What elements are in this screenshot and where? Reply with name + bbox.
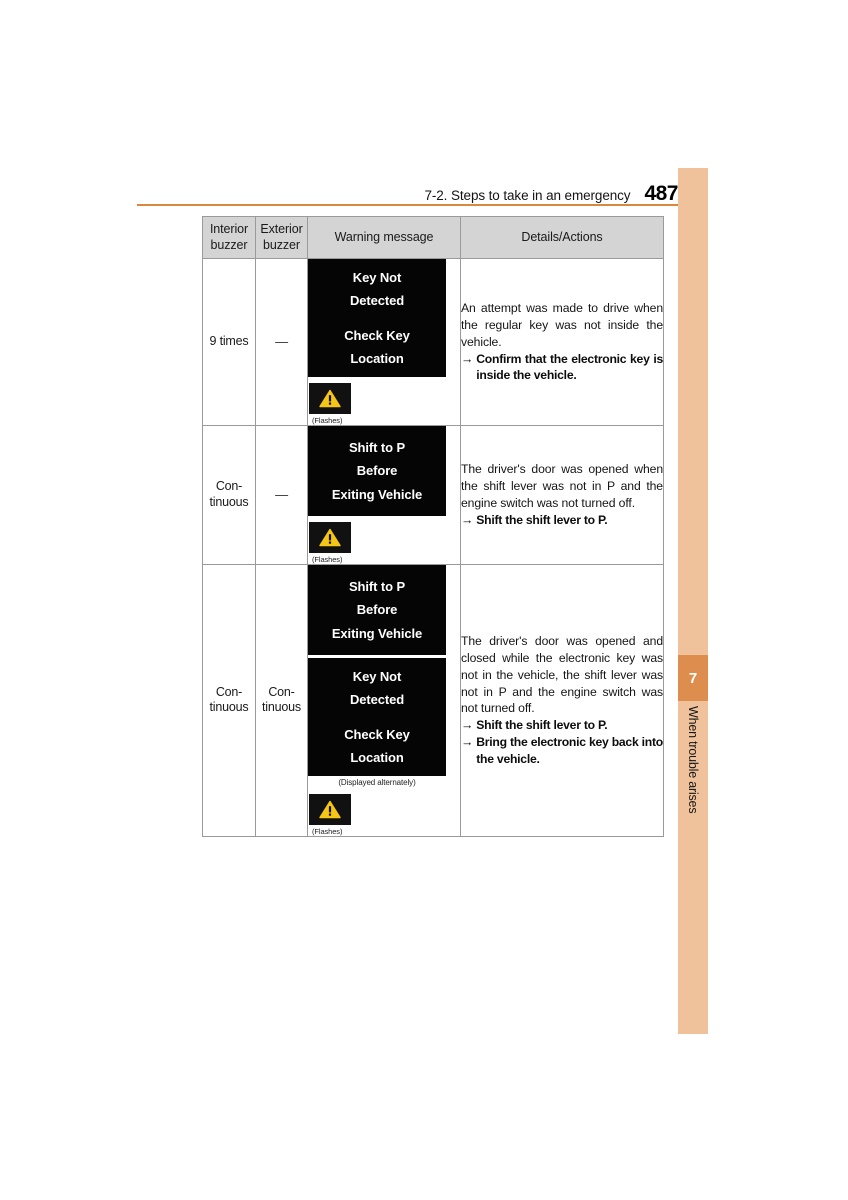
warning-triangle-icon xyxy=(309,793,351,825)
display-line: Before xyxy=(356,602,398,618)
arrow-icon: → xyxy=(461,735,474,750)
chapter-number-box: 7 xyxy=(678,655,708,701)
cell-exterior-line1: Con- xyxy=(268,684,295,699)
action-text: Shift the shift lever to P. xyxy=(476,512,608,527)
instrument-display-panel: Shift to P Before Exiting Vehicle xyxy=(308,426,446,516)
message-stack: Key Not Detected Check Key Location (Fla… xyxy=(308,259,460,425)
arrow-icon: → xyxy=(461,351,474,366)
chapter-label-vertical: When trouble arises xyxy=(678,706,708,906)
page-header: 7-2. Steps to take in an emergency 487 xyxy=(137,178,678,204)
table-row: Con- tinuous Con- tinuous Shift to P Bef… xyxy=(202,564,664,837)
table-row: 9 times — Key Not Detected Check Key Loc… xyxy=(202,258,664,426)
header-rule-divider xyxy=(137,204,708,207)
cell-exterior-buzzer: — xyxy=(255,258,308,426)
display-line: Shift to P xyxy=(348,440,406,456)
col-header-interior-line2: buzzer xyxy=(210,237,248,252)
flash-caption: (Flashes) xyxy=(312,826,343,836)
page-number: 487 xyxy=(644,182,678,205)
table-header-row: Interior buzzer Exterior buzzer Warning … xyxy=(202,216,664,259)
display-line: Detected xyxy=(349,293,405,309)
instrument-display-panel: Key Not Detected Check Key Location xyxy=(308,259,446,377)
action-text: Shift the shift lever to P. xyxy=(476,718,608,733)
display-line: Exiting Vehicle xyxy=(331,486,423,502)
col-header-exterior-line1: Exterior xyxy=(260,221,303,236)
message-stack: Shift to P Before Exiting Vehicle (Flash… xyxy=(308,426,460,564)
chapter-number: 7 xyxy=(688,669,698,687)
cell-exterior-buzzer: Con- tinuous xyxy=(255,564,308,837)
display-line: Shift to P xyxy=(348,579,406,595)
col-header-details-actions: Details/Actions xyxy=(460,216,664,259)
flash-indicator-block: (Flashes) xyxy=(308,377,351,425)
flash-caption: (Flashes) xyxy=(312,416,343,425)
display-line: Before xyxy=(356,463,398,479)
cell-interior-line2: tinuous xyxy=(209,700,249,715)
col-header-exterior-buzzer: Exterior buzzer xyxy=(255,216,308,259)
warning-triangle-icon xyxy=(309,383,351,414)
display-line: Exiting Vehicle xyxy=(331,625,423,641)
display-line: Location xyxy=(350,350,404,366)
cell-interior-line1: Con- xyxy=(215,684,243,699)
cell-interior-line2: tinuous xyxy=(209,495,249,509)
display-line-spacer xyxy=(312,313,442,324)
action-item: → Shift the shift lever to P. xyxy=(461,717,663,734)
cell-interior-buzzer: Con- tinuous xyxy=(202,425,256,565)
chapter-label-text: When trouble arises xyxy=(686,706,700,814)
warning-triangle-icon xyxy=(309,522,351,553)
display-line-spacer xyxy=(312,712,442,723)
cell-warning-message: Shift to P Before Exiting Vehicle (Flash… xyxy=(307,425,461,565)
instrument-display-panel: Key Not Detected Check Key Location xyxy=(308,658,446,776)
col-header-interior-line1: Interior xyxy=(209,221,249,236)
cell-details-actions: An attempt was made to drive when the re… xyxy=(460,258,664,426)
cell-exterior-line2: tinuous xyxy=(262,700,301,715)
header-section-title: 7-2. Steps to take in an emergency xyxy=(424,187,631,203)
action-item: → Bring the electronic key back into the… xyxy=(461,734,663,767)
cell-interior-buzzer: Con- tinuous xyxy=(202,564,256,837)
cell-warning-message: Key Not Detected Check Key Location (Fla… xyxy=(307,258,461,426)
action-text: Bring the electronic key back into the v… xyxy=(476,735,663,766)
arrow-icon: → xyxy=(461,718,474,733)
details-paragraph: The driver's door was opened when the sh… xyxy=(461,462,663,510)
cell-details-actions: The driver's door was opened when the sh… xyxy=(460,425,664,565)
display-line: Check Key xyxy=(344,726,410,742)
flash-caption: (Flashes) xyxy=(312,555,343,564)
action-text: Confirm that the electronic key is insid… xyxy=(476,351,663,383)
display-line: Key Not xyxy=(352,669,402,685)
col-header-interior-buzzer: Interior buzzer xyxy=(202,216,256,259)
warning-message-table: Interior buzzer Exterior buzzer Warning … xyxy=(202,216,664,837)
flash-indicator-block: (Flashes) xyxy=(308,788,351,836)
display-line: Key Not xyxy=(352,270,402,286)
flash-indicator-block: (Flashes) xyxy=(308,516,351,564)
table-row: Con- tinuous — Shift to P Before Exiting… xyxy=(202,425,664,565)
col-header-exterior-line2: buzzer xyxy=(263,237,300,252)
details-paragraph: The driver's door was opened and closed … xyxy=(461,634,663,716)
cell-warning-message: Shift to P Before Exiting Vehicle Key No… xyxy=(307,564,461,837)
display-line: Location xyxy=(350,749,404,765)
action-item: → Confirm that the electronic key is ins… xyxy=(461,351,663,384)
col-header-warning-message: Warning message xyxy=(307,216,461,259)
action-item: → Shift the shift lever to P. xyxy=(461,512,663,529)
display-line: Check Key xyxy=(344,327,410,343)
cell-interior-line1: Con- xyxy=(215,479,243,494)
cell-interior-buzzer: 9 times xyxy=(202,258,256,426)
instrument-display-panel: Shift to P Before Exiting Vehicle xyxy=(308,565,446,655)
details-paragraph: An attempt was made to drive when the re… xyxy=(461,301,663,349)
panel-caption: (Displayed alternately) xyxy=(338,778,416,787)
message-stack: Shift to P Before Exiting Vehicle Key No… xyxy=(308,565,460,836)
arrow-icon: → xyxy=(461,512,474,527)
display-line: Detected xyxy=(349,692,405,708)
cell-details-actions: The driver's door was opened and closed … xyxy=(460,564,664,837)
cell-exterior-buzzer: — xyxy=(255,425,308,565)
